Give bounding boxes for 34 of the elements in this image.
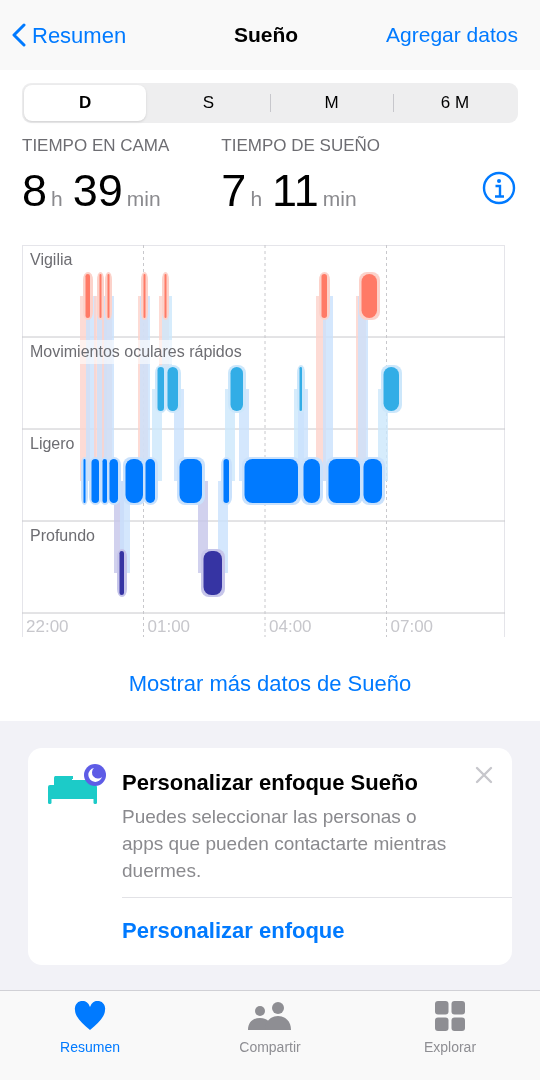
- customize-focus-link[interactable]: Personalizar enfoque: [122, 898, 512, 965]
- grid-icon: [435, 1001, 465, 1031]
- card-description: Puedes seleccionar las personas o apps que pueden contactarte mientras duermes.: [122, 805, 448, 883]
- back-link[interactable]: Resumen: [12, 18, 127, 52]
- add-data-link[interactable]: Agregar datos: [386, 19, 528, 51]
- stage-label: Movimientos oculares rápidos: [30, 340, 242, 364]
- tab-bar-item[interactable]: Explorar: [360, 991, 540, 1080]
- stat-value: 7: [221, 163, 247, 218]
- time-label: 22:00: [26, 616, 69, 637]
- stat-value: 8: [22, 163, 48, 218]
- stat-unit: h: [51, 185, 63, 212]
- stat-unit: min: [126, 185, 161, 212]
- stat-value: 11: [272, 163, 319, 218]
- stat-label: TIEMPO DE SUEÑO: [221, 135, 381, 157]
- back-chevron-icon: [12, 23, 26, 47]
- stat-value: 39: [72, 163, 123, 218]
- show-more-link[interactable]: Mostrar más datos de Sueño: [128, 667, 412, 700]
- period-tab[interactable]: S: [147, 85, 270, 121]
- period-tab[interactable]: D: [24, 85, 147, 121]
- stat-unit: h: [250, 185, 263, 212]
- period-tab[interactable]: 6 M: [393, 85, 516, 121]
- heart-icon: [74, 1001, 106, 1031]
- tab-bar-item[interactable]: Resumen: [0, 991, 180, 1080]
- people-icon: [248, 1001, 292, 1031]
- screen-title: Sueño: [233, 22, 299, 49]
- time-label: 01:00: [147, 616, 191, 637]
- period-tab[interactable]: M: [270, 85, 393, 121]
- info-icon[interactable]: [482, 171, 516, 205]
- stat-label: TIEMPO EN CAMA: [22, 135, 170, 157]
- tab-bar-item[interactable]: Compartir: [180, 991, 360, 1080]
- stat-unit: min: [322, 185, 357, 212]
- time-label: 07:00: [390, 616, 434, 637]
- time-label: 04:00: [269, 616, 312, 637]
- card-title: Personalizar enfoque Sueño: [122, 769, 419, 797]
